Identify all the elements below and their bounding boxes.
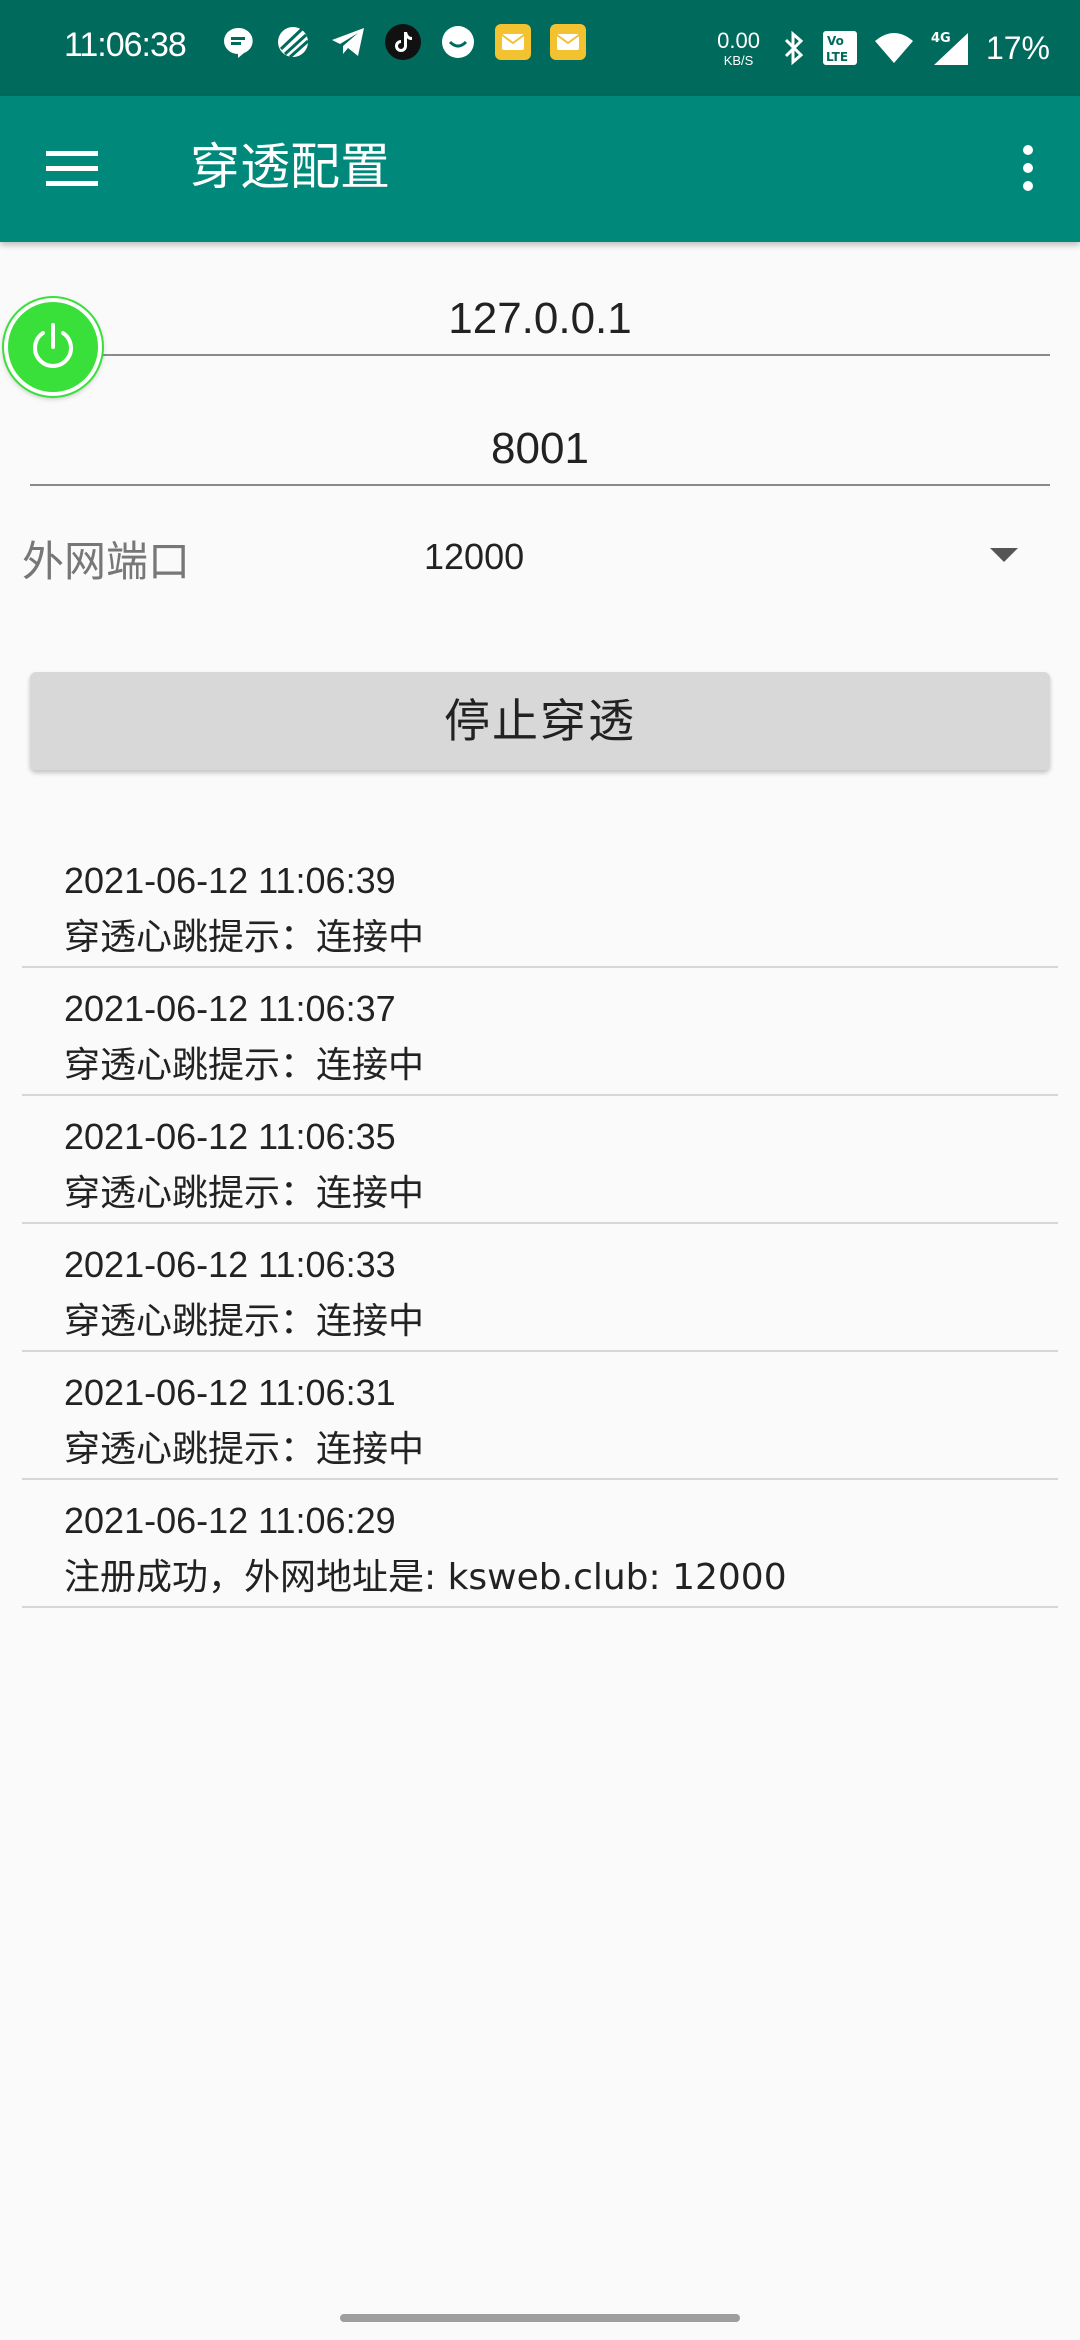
menu-button[interactable] xyxy=(44,141,100,197)
log-message: 穿透心跳提示：连接中 xyxy=(64,1173,425,1214)
volte-icon: Vo LTE xyxy=(822,30,858,66)
net-speed: 0.00 KB/S xyxy=(717,27,760,68)
power-toggle-button[interactable] xyxy=(4,298,102,396)
list-item: 2021-06-12 11:06:31 穿透心跳提示：连接中 xyxy=(22,1352,1058,1480)
log-time: 2021-06-12 11:06:33 xyxy=(64,1244,396,1285)
gesture-nav-handle[interactable] xyxy=(340,2314,740,2322)
more-vert-icon xyxy=(1023,145,1033,191)
log-time: 2021-06-12 11:06:31 xyxy=(64,1372,396,1413)
net-speed-value: 0.00 xyxy=(717,27,760,53)
mail-icon xyxy=(493,22,533,62)
external-port-value: 12000 xyxy=(424,536,525,577)
status-right: 0.00 KB/S Vo LTE 4G 17% xyxy=(717,20,1050,76)
status-bar: 11:06:38 0.00 KB/S Vo LTE 4G 17% xyxy=(0,0,1080,96)
local-port-input[interactable]: 8001 xyxy=(30,414,1050,486)
log-list: 2021-06-12 11:06:39 穿透心跳提示：连接中 2021-06-1… xyxy=(22,840,1058,1608)
list-item: 2021-06-12 11:06:33 穿透心跳提示：连接中 xyxy=(22,1224,1058,1352)
power-icon xyxy=(33,323,73,368)
overflow-menu-button[interactable] xyxy=(996,136,1060,200)
log-time: 2021-06-12 11:06:29 xyxy=(64,1500,396,1541)
clock-app-icon xyxy=(438,22,478,62)
dropdown-arrow-icon xyxy=(990,548,1018,562)
tiktok-icon xyxy=(383,22,423,62)
signal-4g-icon: 4G xyxy=(930,29,970,67)
log-message: 注册成功，外网地址是: ksweb.club: 12000 xyxy=(64,1557,787,1598)
hamburger-menu-icon xyxy=(46,151,98,186)
log-message: 穿透心跳提示：连接中 xyxy=(64,1045,425,1086)
list-item: 2021-06-12 11:06:39 穿透心跳提示：连接中 xyxy=(22,840,1058,968)
mail-icon xyxy=(548,22,588,62)
external-port-row: 外网端口 12000 xyxy=(0,520,1080,596)
bluetooth-icon xyxy=(782,30,806,66)
list-item: 2021-06-12 11:06:37 穿透心跳提示：连接中 xyxy=(22,968,1058,1096)
log-time: 2021-06-12 11:06:37 xyxy=(64,988,396,1029)
status-time: 11:06:38 xyxy=(64,26,187,64)
external-port-dropdown[interactable]: 12000 xyxy=(420,526,1020,590)
log-message: 穿透心跳提示：连接中 xyxy=(64,917,425,958)
battery-percent: 17% xyxy=(985,29,1050,66)
wifi-icon xyxy=(874,31,914,65)
stop-tunnel-button[interactable]: 停止穿透 xyxy=(30,672,1050,770)
log-message: 穿透心跳提示：连接中 xyxy=(64,1301,425,1342)
svg-text:4G: 4G xyxy=(931,31,951,46)
page-title: 穿透配置 xyxy=(190,138,390,196)
telegram-icon xyxy=(328,22,368,62)
external-port-label: 外网端口 xyxy=(22,537,191,586)
message-icon xyxy=(218,22,258,62)
net-speed-unit: KB/S xyxy=(723,52,754,68)
planet-app-icon xyxy=(273,22,313,62)
list-item: 2021-06-12 11:06:29 注册成功，外网地址是: ksweb.cl… xyxy=(22,1480,1058,1608)
svg-text:Vo: Vo xyxy=(827,34,844,48)
local-ip-input[interactable]: 127.0.0.1 xyxy=(30,284,1050,356)
app-toolbar: 穿透配置 xyxy=(0,96,1080,242)
notification-icons xyxy=(218,22,603,62)
list-item: 2021-06-12 11:06:35 穿透心跳提示：连接中 xyxy=(22,1096,1058,1224)
log-time: 2021-06-12 11:06:39 xyxy=(64,860,396,901)
svg-text:LTE: LTE xyxy=(826,50,848,64)
log-message: 穿透心跳提示：连接中 xyxy=(64,1429,425,1470)
log-time: 2021-06-12 11:06:35 xyxy=(64,1116,396,1157)
